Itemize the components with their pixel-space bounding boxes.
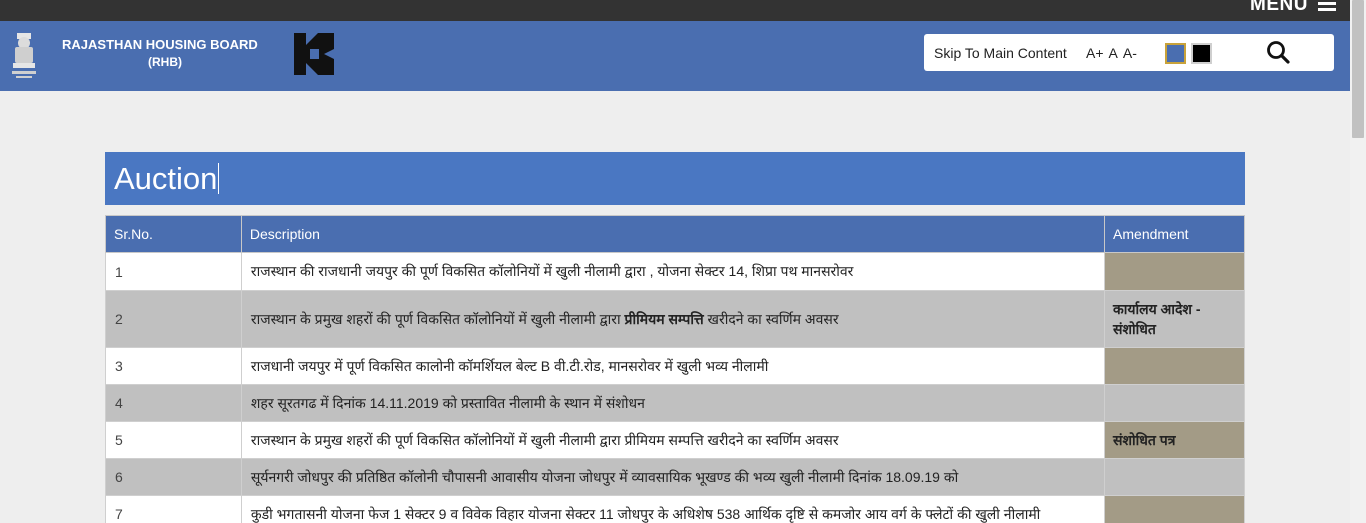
search-icon[interactable] xyxy=(1266,40,1292,66)
top-bar: MENU xyxy=(0,0,1350,21)
font-increase-button[interactable]: A+ xyxy=(1086,45,1104,61)
text-caret xyxy=(218,163,220,194)
row-description-link[interactable]: राजस्थान के प्रमुख शहरों की पूर्ण विकसित… xyxy=(240,290,1106,348)
menu-button[interactable]: MENU xyxy=(1250,0,1336,16)
row-sr-no: 5 xyxy=(105,421,242,459)
table-row: 1 राजस्थान की राजधानी जयपुर की पूर्ण विक… xyxy=(105,252,1245,291)
table-row: 2 राजस्थान के प्रमुख शहरों की पूर्ण विकस… xyxy=(105,290,1245,348)
row-amendment xyxy=(1104,347,1245,385)
row-description-link[interactable]: राजधानी जयपुर में पूर्ण विकसित कालोनी कॉ… xyxy=(240,347,1106,385)
row-amendment-link[interactable]: संशोधित पत्र xyxy=(1104,421,1245,459)
auction-table: Sr.No. Description Amendment 1 राजस्थान … xyxy=(105,215,1245,523)
row-description-link[interactable]: सूर्यनगरी जोधपुर की प्रतिष्ठित कॉलोनी चौ… xyxy=(240,458,1106,496)
row-sr-no: 3 xyxy=(105,347,242,385)
font-size-controls: A+ A A- xyxy=(1086,45,1137,61)
accessibility-toolbox: Skip To Main Content A+ A A- xyxy=(924,34,1334,71)
site-header: RAJASTHAN HOUSING BOARD (RHB) Skip To Ma… xyxy=(0,21,1350,91)
menu-label: MENU xyxy=(1250,0,1308,15)
row-amendment-link[interactable]: कार्यालय आदेश - संशोधित xyxy=(1104,290,1245,348)
row-sr-no: 4 xyxy=(105,384,242,422)
org-abbr: (RHB) xyxy=(148,55,182,69)
row-sr-no: 1 xyxy=(105,252,242,291)
theme-black-swatch[interactable] xyxy=(1191,43,1212,64)
table-row: 5 राजस्थान के प्रमुख शहरों की पूर्ण विकस… xyxy=(105,421,1245,459)
table-header-row: Sr.No. Description Amendment xyxy=(105,215,1245,253)
row-description-link[interactable]: राजस्थान की राजधानी जयपुर की पूर्ण विकसि… xyxy=(240,252,1106,291)
font-decrease-button[interactable]: A- xyxy=(1123,45,1137,61)
theme-blue-swatch[interactable] xyxy=(1165,43,1186,64)
header-description: Description xyxy=(240,215,1106,253)
table-row: 6 सूर्यनगरी जोधपुर की प्रतिष्ठित कॉलोनी … xyxy=(105,458,1245,496)
table-row: 3 राजधानी जयपुर में पूर्ण विकसित कालोनी … xyxy=(105,347,1245,385)
table-row: 7 कुडी भगतासनी योजना फेज 1 सेक्टर 9 व वि… xyxy=(105,495,1245,523)
page-title-bar: Auction xyxy=(105,152,1245,205)
table-row: 4 शहर सूरतगढ में दिनांक 14.11.2019 को प्… xyxy=(105,384,1245,422)
row-amendment xyxy=(1104,495,1245,523)
row-sr-no: 6 xyxy=(105,458,242,496)
row-sr-no: 7 xyxy=(105,495,242,523)
row-amendment xyxy=(1104,252,1245,291)
row-description-link[interactable]: शहर सूरतगढ में दिनांक 14.11.2019 को प्रस… xyxy=(240,384,1106,422)
row-amendment xyxy=(1104,458,1245,496)
org-name: RAJASTHAN HOUSING BOARD xyxy=(62,37,258,52)
header-amendment: Amendment xyxy=(1104,215,1245,253)
hamburger-icon xyxy=(1318,0,1336,11)
row-amendment xyxy=(1104,384,1245,422)
font-normal-button[interactable]: A xyxy=(1109,45,1118,61)
scrollbar-thumb[interactable] xyxy=(1352,0,1364,138)
page-scrollbar[interactable] xyxy=(1350,0,1366,523)
rhb-logo-icon[interactable] xyxy=(290,29,338,79)
state-emblem-icon[interactable] xyxy=(8,29,40,81)
row-description-link[interactable]: राजस्थान के प्रमुख शहरों की पूर्ण विकसित… xyxy=(240,421,1106,459)
skip-to-main-link[interactable]: Skip To Main Content xyxy=(934,45,1067,61)
row-description-link[interactable]: कुडी भगतासनी योजना फेज 1 सेक्टर 9 व विवे… xyxy=(240,495,1106,523)
row-sr-no: 2 xyxy=(105,290,242,348)
header-sr-no: Sr.No. xyxy=(105,215,242,253)
org-title[interactable]: RAJASTHAN HOUSING BOARD (RHB) xyxy=(62,37,274,69)
page-title: Auction xyxy=(114,161,220,196)
